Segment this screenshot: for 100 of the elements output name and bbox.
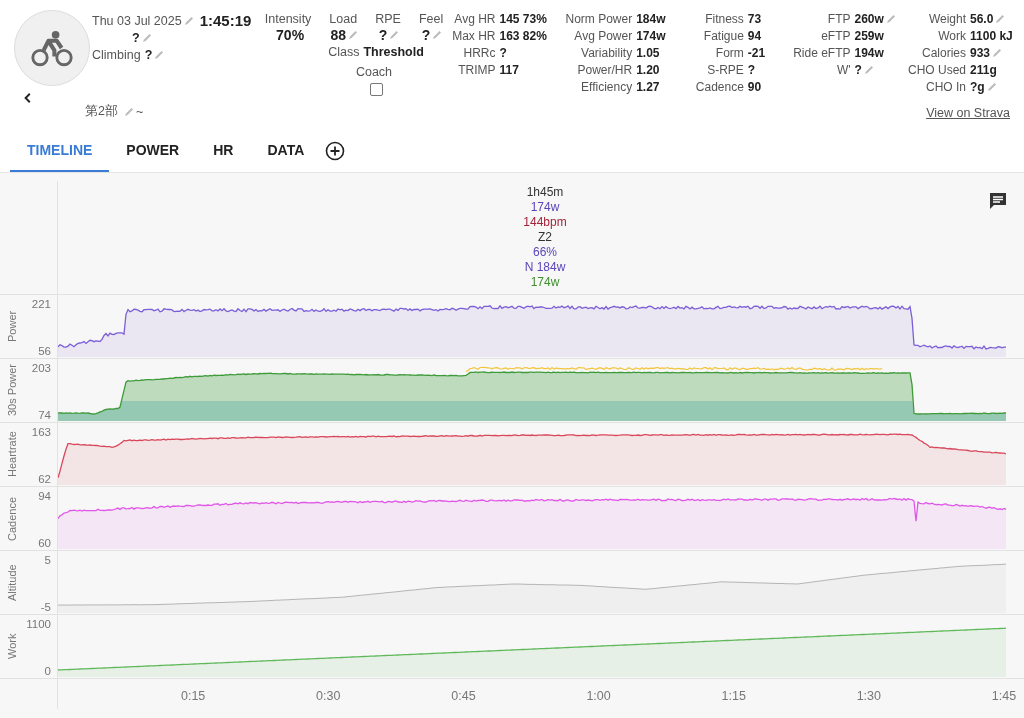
- pencil-icon[interactable]: [992, 48, 1003, 58]
- tab[interactable]: HR: [196, 130, 251, 172]
- summary-value: 174w: [530, 200, 560, 215]
- stat-label: Work: [937, 29, 966, 43]
- stat-value: -21: [747, 46, 766, 60]
- stat-label: Calories: [921, 46, 966, 60]
- pencil-icon[interactable]: [348, 29, 359, 40]
- axis-tick: 163: [31, 425, 51, 439]
- stat-label: Norm Power: [564, 12, 633, 26]
- rating-label: Load: [329, 12, 358, 26]
- pencil-icon[interactable]: [432, 29, 443, 40]
- pencil-icon[interactable]: [389, 29, 400, 40]
- stat-label: Avg Power: [573, 29, 633, 43]
- activity-name: 第2部: [85, 103, 118, 120]
- pencil-icon[interactable]: [863, 65, 874, 75]
- stat-value: 145 73%: [499, 12, 547, 26]
- axis-tick: 1:15: [721, 689, 746, 703]
- axis-tick: 0:15: [180, 689, 206, 703]
- axis-label: Heartrate: [5, 430, 19, 480]
- axis-tick: 1:45: [991, 689, 1017, 703]
- pencil-icon[interactable]: [123, 106, 134, 117]
- activity-duration: 1:45:19: [199, 12, 252, 29]
- strava-link[interactable]: View on Strava: [926, 106, 1010, 120]
- axis-tick: 5: [44, 553, 51, 567]
- tab[interactable]: DATA: [250, 130, 322, 172]
- stat-value: ?g: [970, 80, 985, 94]
- stat-label: Variability: [580, 46, 633, 60]
- class-value: Threshold: [363, 45, 424, 59]
- axis-tick: 56: [38, 344, 51, 358]
- pencil-icon[interactable]: [885, 14, 896, 24]
- stat-value: 1.27: [636, 80, 660, 94]
- summary-value: 174w: [530, 275, 560, 290]
- stat-value: 1.20: [636, 63, 660, 77]
- stat-value: 174w: [636, 29, 666, 43]
- coach-label: Coach: [355, 65, 393, 79]
- stat-label: Ride eFTP: [792, 46, 851, 60]
- axis-tick: -5: [40, 600, 51, 614]
- axis-label: Altitude: [5, 563, 19, 603]
- pencil-icon[interactable]: [986, 82, 997, 92]
- rating-label: Feel: [418, 12, 444, 26]
- stat-value: 117: [499, 63, 519, 77]
- rating-value: ?: [421, 26, 431, 43]
- stat-value: 211g: [970, 63, 997, 77]
- pencil-icon[interactable]: [154, 49, 165, 60]
- add-icon[interactable]: [325, 141, 346, 161]
- stat-value: 73: [747, 12, 762, 26]
- pencil-icon[interactable]: [141, 32, 152, 43]
- axis-tick: 1:00: [586, 689, 611, 703]
- stat-value: 1100 kJ: [970, 29, 1013, 43]
- stat-value: 94: [747, 29, 762, 43]
- stat-value: 933: [970, 46, 991, 60]
- activity-subtitle: ?: [132, 30, 140, 45]
- stat-label: CHO Used: [908, 63, 966, 77]
- stat-value: ?: [854, 63, 862, 77]
- stat-value: ?: [747, 63, 756, 77]
- summary-value: 144bpm: [523, 215, 567, 230]
- rating-value: 70%: [276, 26, 305, 43]
- pencil-icon[interactable]: [183, 15, 194, 26]
- axis-tick: 203: [31, 361, 51, 375]
- pencil-icon[interactable]: [995, 14, 1006, 24]
- axis-tick: 60: [38, 536, 51, 550]
- stat-label: Power/HR: [576, 63, 633, 77]
- stat-label: Efficiency: [580, 80, 633, 94]
- axis-label: 30s Power: [5, 363, 19, 419]
- stat-value: 184w: [636, 12, 666, 26]
- summary-value: N 184w: [524, 260, 566, 275]
- tab[interactable]: POWER: [109, 130, 197, 172]
- comment-icon[interactable]: [988, 191, 1008, 211]
- summary-value: 1h45m: [526, 185, 564, 200]
- summary-value: 66%: [533, 245, 557, 260]
- axis-tick: 94: [38, 489, 51, 503]
- stat-label: CHO In: [925, 80, 966, 94]
- stat-value: ?: [499, 46, 507, 60]
- coach-checkbox[interactable]: [369, 83, 383, 96]
- stat-label: FTP: [826, 12, 851, 26]
- activity-date: Thu 03 Jul 2025: [92, 13, 182, 28]
- stat-value: 163 82%: [499, 29, 547, 43]
- climbing-label: Climbing: [92, 47, 141, 62]
- stat-label: Weight: [927, 12, 966, 26]
- axis-tick: 0: [44, 664, 51, 678]
- stat-label: TRIMP: [457, 63, 496, 77]
- axis-tick: 1:30: [856, 689, 881, 703]
- axis-tick: 74: [38, 408, 51, 422]
- rating-value: ?: [378, 26, 388, 43]
- class-label: Class: [328, 45, 360, 59]
- stat-label: Fitness: [704, 12, 744, 26]
- axis-tick: 1100: [26, 617, 51, 631]
- stat-label: Cadence: [694, 80, 744, 94]
- stat-label: HRRc: [462, 46, 496, 60]
- stat-value: 260w: [854, 12, 884, 26]
- axis-tick: 0:45: [451, 689, 476, 703]
- stat-label: W': [835, 63, 851, 77]
- rating-label: RPE: [375, 12, 401, 26]
- stat-label: S-RPE: [706, 63, 744, 77]
- summary-value: Z2: [538, 230, 552, 245]
- axis-tick: 0:30: [316, 689, 341, 703]
- axis-tick: 62: [38, 472, 51, 486]
- axis-tick: 221: [31, 297, 51, 311]
- axis-label: Power: [5, 309, 19, 345]
- stat-value: 90: [747, 80, 762, 94]
